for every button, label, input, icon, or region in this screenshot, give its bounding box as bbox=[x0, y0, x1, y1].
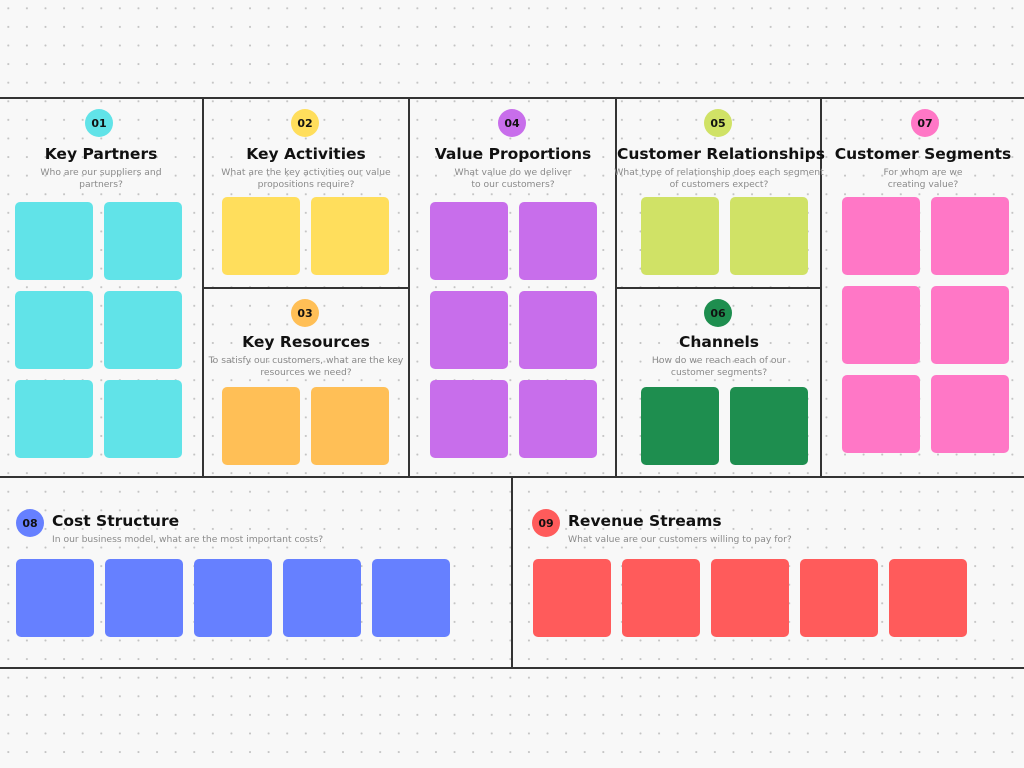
sticky-note[interactable] bbox=[311, 387, 389, 465]
block-number-badge: 08 bbox=[16, 509, 44, 537]
block-number-badge: 01 bbox=[85, 109, 113, 137]
block-question: What are the key activities our value pro… bbox=[221, 167, 391, 190]
sticky-note[interactable] bbox=[105, 559, 183, 637]
block-title: Key Activities bbox=[246, 145, 366, 163]
block-question: For whom are we creating value? bbox=[883, 167, 963, 190]
block-question: What value are our customers willing to … bbox=[568, 534, 792, 545]
sticky-note[interactable] bbox=[430, 291, 508, 369]
grid-line-split-relationships bbox=[616, 287, 822, 289]
sticky-note[interactable] bbox=[800, 559, 878, 637]
sticky-note[interactable] bbox=[104, 380, 182, 458]
sticky-note[interactable] bbox=[104, 291, 182, 369]
block-number-badge: 02 bbox=[291, 109, 319, 137]
block-title: Customer Segments bbox=[834, 145, 1012, 163]
block-question: In our business model, what are the most… bbox=[52, 534, 324, 545]
block-number-badge: 06 bbox=[704, 299, 732, 327]
sticky-note[interactable] bbox=[622, 559, 700, 637]
sticky-note[interactable] bbox=[15, 202, 93, 280]
sticky-note[interactable] bbox=[372, 559, 450, 637]
sticky-note[interactable] bbox=[931, 286, 1009, 364]
block-title: Value Proportions bbox=[434, 145, 592, 163]
block-title: Key Resources bbox=[242, 333, 370, 351]
sticky-note[interactable] bbox=[730, 197, 808, 275]
block-question: Who are our suppliers and partners? bbox=[40, 167, 162, 190]
block-question: What type of relationship does each segm… bbox=[614, 167, 824, 190]
sticky-note[interactable] bbox=[931, 197, 1009, 275]
block-number-badge: 04 bbox=[498, 109, 526, 137]
grid-line-split-activities bbox=[203, 287, 410, 289]
sticky-note[interactable] bbox=[519, 291, 597, 369]
block-question: What value do we deliver to our customers… bbox=[454, 167, 572, 190]
sticky-note[interactable] bbox=[931, 375, 1009, 453]
block-title: Customer Relationships bbox=[617, 145, 825, 163]
sticky-note[interactable] bbox=[711, 559, 789, 637]
sticky-note[interactable] bbox=[104, 202, 182, 280]
sticky-note[interactable] bbox=[519, 202, 597, 280]
sticky-note[interactable] bbox=[730, 387, 808, 465]
sticky-note[interactable] bbox=[519, 380, 597, 458]
sticky-note[interactable] bbox=[222, 197, 300, 275]
sticky-note[interactable] bbox=[194, 559, 272, 637]
sticky-note[interactable] bbox=[842, 197, 920, 275]
sticky-note[interactable] bbox=[641, 387, 719, 465]
block-number-badge: 07 bbox=[911, 109, 939, 137]
block-number-badge: 09 bbox=[532, 509, 560, 537]
block-title: Cost Structure bbox=[52, 512, 180, 530]
sticky-note[interactable] bbox=[15, 380, 93, 458]
sticky-note[interactable] bbox=[641, 197, 719, 275]
block-number-badge: 05 bbox=[704, 109, 732, 137]
block-question: How do we reach each of our customer segm… bbox=[651, 355, 787, 378]
block-title: Revenue Streams bbox=[568, 512, 722, 530]
block-number-badge: 03 bbox=[291, 299, 319, 327]
block-question: To satisfy our customers, what are the k… bbox=[208, 355, 404, 378]
sticky-note[interactable] bbox=[430, 202, 508, 280]
sticky-note[interactable] bbox=[311, 197, 389, 275]
sticky-note[interactable] bbox=[15, 291, 93, 369]
sticky-note[interactable] bbox=[16, 559, 94, 637]
block-title: Key Partners bbox=[44, 145, 158, 163]
sticky-note[interactable] bbox=[533, 559, 611, 637]
sticky-note[interactable] bbox=[842, 286, 920, 364]
block-title: Channels bbox=[679, 333, 759, 351]
grid-line-top bbox=[0, 97, 1024, 99]
sticky-note[interactable] bbox=[842, 375, 920, 453]
sticky-note[interactable] bbox=[283, 559, 361, 637]
sticky-note[interactable] bbox=[222, 387, 300, 465]
sticky-note[interactable] bbox=[889, 559, 967, 637]
grid-divider-bottom bbox=[511, 476, 513, 669]
sticky-note[interactable] bbox=[430, 380, 508, 458]
